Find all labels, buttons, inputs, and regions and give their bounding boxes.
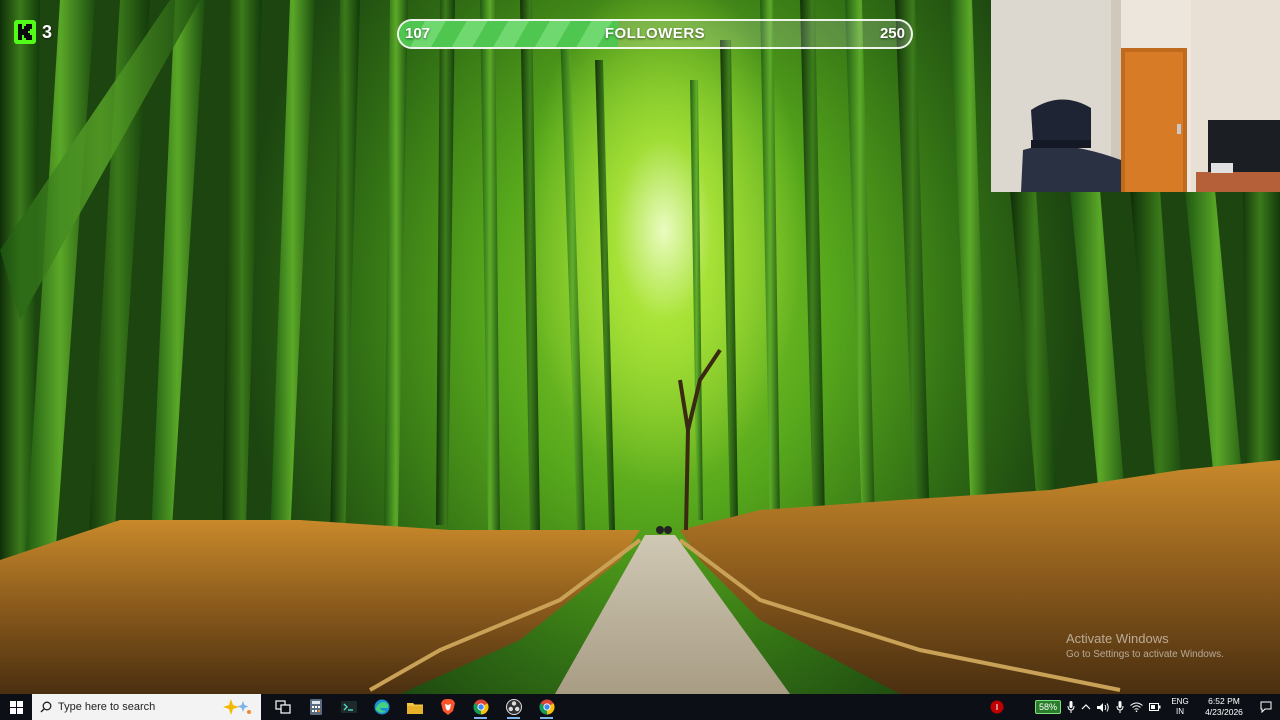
task-view-button[interactable] [266, 694, 299, 720]
calculator-button[interactable] [299, 694, 332, 720]
windows-start-icon [9, 700, 23, 714]
file-explorer-button[interactable] [398, 694, 431, 720]
language-indicator[interactable]: ENG IN [1164, 694, 1196, 720]
taskbar-pinned-apps [266, 694, 563, 720]
clock-time: 6:52 PM [1208, 696, 1240, 706]
follower-goal-bar: 107 FOLLOWERS 250 [397, 19, 913, 49]
chevron-up-icon [1081, 704, 1091, 710]
activate-windows-title: Activate Windows [1066, 631, 1169, 646]
microphone-icon [1116, 701, 1124, 713]
taskbar: Type here to search 58% ENG IN 6:52 PM 4… [0, 694, 1280, 720]
calculator-icon [309, 699, 322, 715]
activate-windows-subtitle: Go to Settings to activate Windows. [1066, 649, 1224, 660]
webcam-feed [991, 0, 1280, 192]
recording-indicator[interactable] [982, 694, 1012, 720]
brave-button[interactable] [431, 694, 464, 720]
viewer-count: 3 [42, 21, 53, 42]
follower-goal-label: FOLLOWERS [604, 25, 706, 42]
clock[interactable]: 6:52 PM 4/23/2026 [1196, 694, 1252, 720]
clock-date: 4/23/2026 [1205, 707, 1243, 717]
chrome-2-button[interactable] [530, 694, 563, 720]
edge-icon [374, 699, 389, 715]
language-region: IN [1176, 707, 1184, 716]
obs-icon [505, 699, 522, 715]
activate-windows-watermark: Activate Windows Go to Settings to activ… [1066, 631, 1224, 660]
speaker-indicator[interactable] [1094, 694, 1113, 720]
kick-viewer-badge: 3 [14, 19, 52, 45]
terminal-button[interactable] [332, 694, 365, 720]
edge-button[interactable] [365, 694, 398, 720]
microphone-indicator[interactable] [1064, 694, 1078, 720]
start-button[interactable] [0, 694, 32, 720]
obs-button[interactable] [497, 694, 530, 720]
language-code: ENG [1171, 697, 1189, 706]
terminal-icon [340, 701, 357, 713]
notification-icon [1260, 701, 1272, 713]
sparkle-icon [223, 699, 251, 715]
chrome-icon [538, 699, 555, 715]
battery-status[interactable] [1146, 694, 1164, 720]
tray-overflow-button[interactable] [1078, 694, 1094, 720]
wifi-indicator[interactable] [1127, 694, 1146, 720]
taskbar-search-box[interactable]: Type here to search [32, 694, 261, 720]
wifi-icon [1130, 702, 1143, 712]
chrome-icon [472, 699, 489, 715]
brave-icon [440, 699, 455, 715]
battery-icon [1149, 703, 1161, 711]
record-dot-icon [990, 700, 1004, 714]
mic-indicator-2[interactable] [1113, 694, 1127, 720]
chrome-button[interactable] [464, 694, 497, 720]
follower-goal-target: 250 [879, 25, 905, 42]
search-placeholder: Type here to search [58, 701, 156, 713]
folder-icon [406, 702, 423, 714]
system-tray: 58% ENG IN 6:52 PM 4/23/2026 [982, 694, 1280, 720]
search-icon [40, 701, 52, 713]
battery-percent: 58% [1034, 700, 1061, 714]
notification-button[interactable] [1252, 694, 1280, 720]
kick-logo-icon [14, 20, 36, 44]
battery-indicator[interactable]: 58% [1032, 694, 1064, 720]
speaker-icon [1097, 702, 1109, 712]
task-view-icon [274, 700, 291, 714]
microphone-icon [1067, 701, 1075, 713]
